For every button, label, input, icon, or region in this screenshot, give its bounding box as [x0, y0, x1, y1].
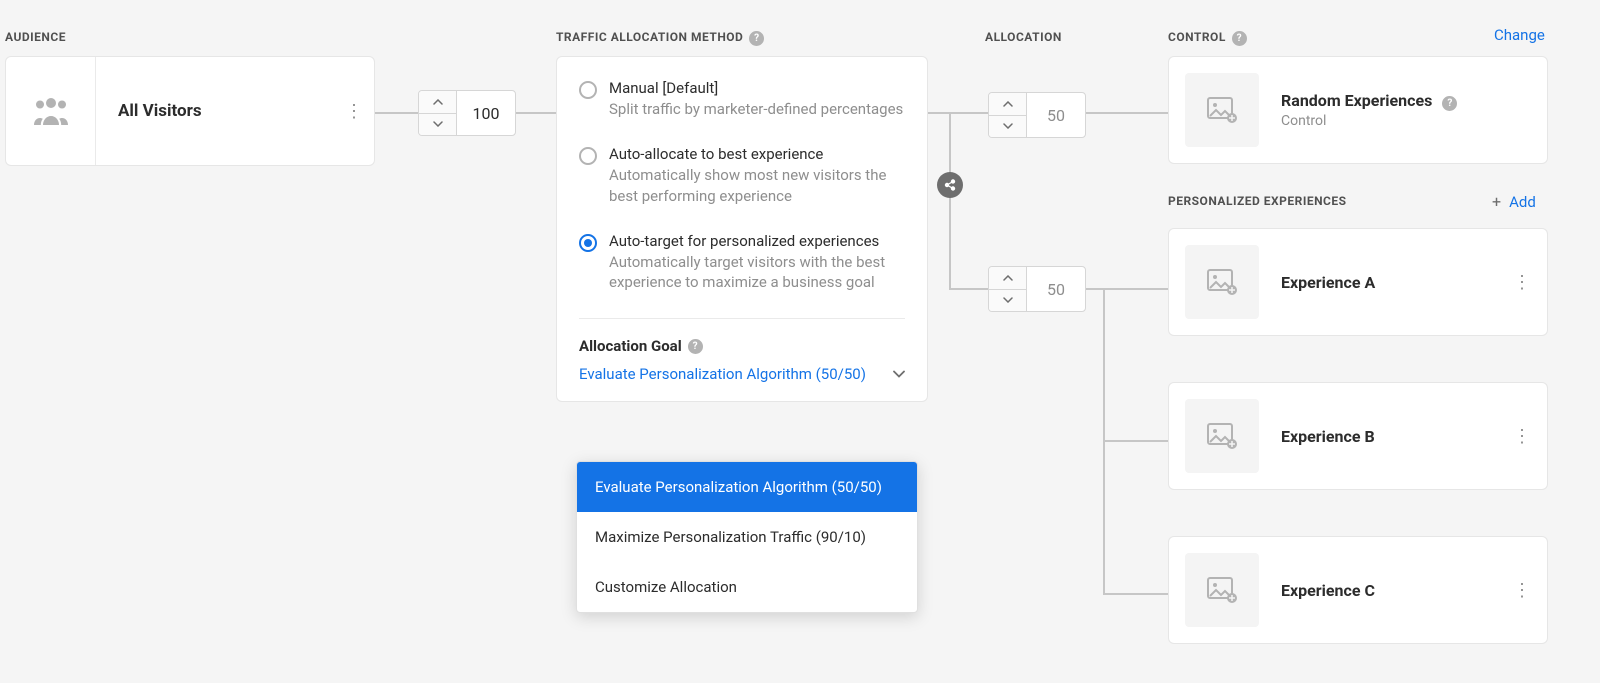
- share-icon: [937, 172, 963, 198]
- help-icon[interactable]: ?: [1442, 96, 1457, 111]
- connector: [516, 112, 556, 114]
- plus-icon: +: [1492, 192, 1501, 211]
- audience-label: AUDIENCE: [5, 30, 66, 44]
- experience-card-c[interactable]: Experience C ⋮: [1168, 536, 1548, 644]
- radio-manual[interactable]: Manual [Default] Split traffic by market…: [579, 79, 905, 119]
- experience-more-icon[interactable]: ⋮: [1513, 580, 1531, 601]
- audience-more-icon[interactable]: ⋮: [334, 101, 374, 122]
- radio-title: Auto-target for personalized experiences: [609, 232, 905, 250]
- radio-desc: Split traffic by marketer-defined percen…: [609, 99, 903, 119]
- experience-card-a[interactable]: Experience A ⋮: [1168, 228, 1548, 336]
- stepper-down-icon[interactable]: [989, 290, 1026, 312]
- traffic-label: TRAFFIC ALLOCATION METHOD?: [556, 30, 764, 46]
- stepper-value: 50: [1027, 93, 1085, 137]
- control-label: CONTROL?: [1168, 30, 1247, 46]
- allocation-goal-dropdown[interactable]: Evaluate Personalization Algorithm (50/5…: [579, 365, 905, 383]
- personalized-allocation-stepper[interactable]: 50: [988, 266, 1086, 312]
- dropdown-option-maximize[interactable]: Maximize Personalization Traffic (90/10): [577, 512, 917, 562]
- allocation-goal-menu: Evaluate Personalization Algorithm (50/5…: [576, 461, 918, 613]
- experience-more-icon[interactable]: ⋮: [1513, 272, 1531, 293]
- dropdown-option-customize[interactable]: Customize Allocation: [577, 562, 917, 612]
- personalized-label: PERSONALIZED EXPERIENCES: [1168, 194, 1347, 208]
- allocation-goal-label: Allocation Goal?: [579, 337, 905, 355]
- stepper-up-icon[interactable]: [989, 93, 1026, 116]
- traffic-total-stepper[interactable]: 100: [418, 90, 516, 136]
- audience-icon: [6, 57, 96, 165]
- connector: [1103, 440, 1168, 442]
- stepper-down-icon[interactable]: [419, 114, 456, 136]
- radio-desc: Automatically target visitors with the b…: [609, 252, 905, 293]
- radio-title: Auto-allocate to best experience: [609, 145, 905, 163]
- stepper-down-icon[interactable]: [989, 116, 1026, 138]
- connector: [375, 112, 418, 114]
- chevron-down-icon: [893, 370, 905, 378]
- experience-thumb-icon: [1185, 399, 1259, 473]
- radio-auto-allocate[interactable]: Auto-allocate to best experience Automat…: [579, 145, 905, 206]
- stepper-value: 100: [457, 91, 515, 135]
- connector: [949, 112, 951, 288]
- help-icon[interactable]: ?: [688, 339, 703, 354]
- experience-more-icon[interactable]: ⋮: [1513, 426, 1531, 447]
- change-control-link[interactable]: Change: [1494, 26, 1545, 44]
- dropdown-option-evaluate[interactable]: Evaluate Personalization Algorithm (50/5…: [577, 462, 917, 512]
- radio-desc: Automatically show most new visitors the…: [609, 165, 905, 206]
- radio-auto-target[interactable]: Auto-target for personalized experiences…: [579, 232, 905, 293]
- radio-icon: [579, 81, 597, 99]
- help-icon[interactable]: ?: [1232, 31, 1247, 46]
- radio-title: Manual [Default]: [609, 79, 903, 97]
- experience-title: Experience A: [1281, 273, 1375, 292]
- experience-card-b[interactable]: Experience B ⋮: [1168, 382, 1548, 490]
- experience-thumb-icon: [1185, 73, 1259, 147]
- traffic-allocation-panel: Manual [Default] Split traffic by market…: [556, 56, 928, 402]
- audience-name: All Visitors: [118, 101, 334, 121]
- experience-title: Experience C: [1281, 581, 1375, 600]
- audience-card[interactable]: All Visitors ⋮: [5, 56, 375, 166]
- experience-subtitle: Control: [1281, 113, 1457, 129]
- add-experience-link[interactable]: + Add: [1492, 192, 1536, 211]
- help-icon[interactable]: ?: [749, 31, 764, 46]
- experience-title: Random Experiences ?: [1281, 91, 1457, 111]
- experience-title: Experience B: [1281, 427, 1375, 446]
- experience-thumb-icon: [1185, 553, 1259, 627]
- radio-icon: [579, 234, 597, 252]
- control-allocation-stepper[interactable]: 50: [988, 92, 1086, 138]
- connector: [1103, 593, 1168, 595]
- allocation-label: ALLOCATION: [985, 30, 1062, 44]
- experience-thumb-icon: [1185, 245, 1259, 319]
- control-experience-card[interactable]: Random Experiences ? Control: [1168, 56, 1548, 164]
- stepper-up-icon[interactable]: [419, 91, 456, 114]
- stepper-value: 50: [1027, 267, 1085, 311]
- radio-icon: [579, 147, 597, 165]
- divider: [579, 318, 905, 319]
- stepper-up-icon[interactable]: [989, 267, 1026, 290]
